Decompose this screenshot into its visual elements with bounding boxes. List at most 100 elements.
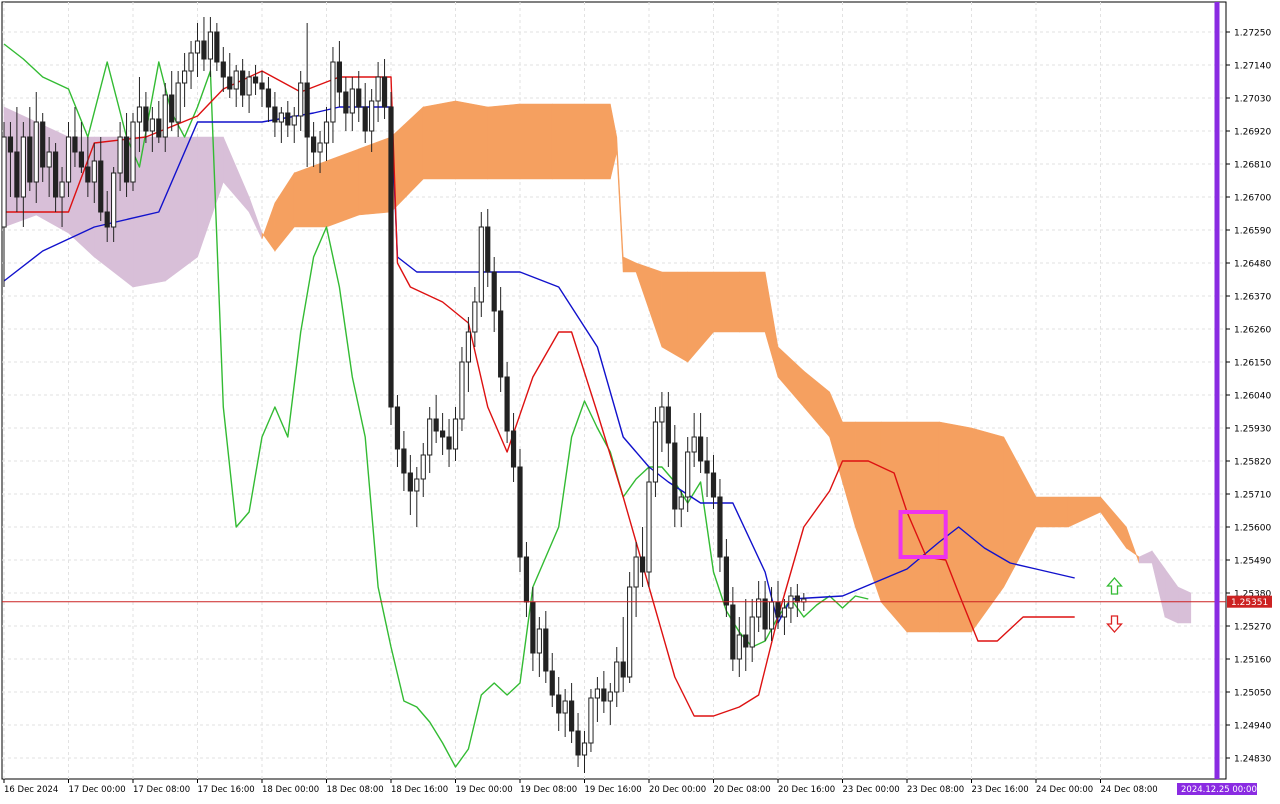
candle[interactable]: [633, 542, 639, 617]
candle[interactable]: [581, 731, 588, 773]
candle[interactable]: [556, 677, 562, 731]
candle-body-bull: [627, 586, 633, 678]
candle[interactable]: [607, 683, 613, 725]
candle[interactable]: [246, 71, 252, 113]
candle[interactable]: [156, 101, 162, 143]
candle[interactable]: [517, 449, 523, 572]
candle[interactable]: [594, 677, 600, 722]
candle[interactable]: [710, 455, 717, 509]
kumo-bearish-segment: [1177, 586, 1192, 624]
candle[interactable]: [298, 71, 304, 131]
candle[interactable]: [614, 647, 620, 707]
candle[interactable]: [749, 599, 755, 662]
candle[interactable]: [349, 77, 355, 131]
candle[interactable]: [414, 467, 420, 527]
ichimoku-candlestick-chart[interactable]: 1.27250 1.27140 1.27030 1.26920 1.26810 1.267…: [0, 0, 1280, 800]
chart-window[interactable]: 1.27250 1.27140 1.27030 1.26920 1.26810 1.267…: [0, 0, 1280, 800]
candle-body-bull: [65, 136, 72, 183]
candle-body-bull: [646, 481, 652, 573]
candle[interactable]: [543, 611, 549, 683]
candle[interactable]: [311, 122, 317, 167]
candle[interactable]: [285, 101, 291, 137]
candle[interactable]: [272, 92, 278, 137]
candle[interactable]: [620, 617, 626, 692]
candle[interactable]: [194, 23, 201, 77]
candle[interactable]: [788, 587, 794, 623]
candle[interactable]: [169, 71, 175, 131]
candle[interactable]: [762, 581, 768, 641]
candle[interactable]: [427, 407, 433, 473]
candle[interactable]: [388, 92, 394, 425]
candle[interactable]: [240, 59, 246, 107]
candle[interactable]: [627, 572, 633, 683]
candle[interactable]: [233, 65, 239, 107]
candle[interactable]: [678, 491, 684, 527]
candle[interactable]: [639, 527, 646, 587]
candle[interactable]: [646, 467, 652, 587]
candle[interactable]: [652, 407, 659, 497]
candle[interactable]: [781, 599, 788, 635]
candle[interactable]: [130, 113, 136, 191]
candle[interactable]: [452, 407, 459, 461]
candle[interactable]: [278, 107, 284, 143]
candle[interactable]: [407, 455, 413, 515]
candle[interactable]: [1, 122, 7, 287]
candle[interactable]: [665, 392, 671, 467]
candle[interactable]: [291, 107, 297, 143]
candle[interactable]: [356, 71, 362, 122]
candle[interactable]: [182, 53, 188, 107]
candle[interactable]: [601, 671, 607, 713]
candle[interactable]: [575, 713, 581, 767]
candle[interactable]: [459, 347, 465, 431]
candle[interactable]: [220, 47, 226, 92]
candle[interactable]: [549, 653, 555, 707]
candle[interactable]: [362, 83, 368, 143]
candle[interactable]: [794, 584, 800, 617]
candle[interactable]: [730, 587, 736, 671]
candle[interactable]: [491, 257, 497, 332]
candle[interactable]: [485, 209, 491, 287]
y-tick-label: 1.25930: [1234, 425, 1271, 435]
candle[interactable]: [446, 419, 452, 467]
candle[interactable]: [717, 479, 723, 572]
candle[interactable]: [375, 62, 381, 122]
candle[interactable]: [743, 599, 749, 671]
candle[interactable]: [691, 413, 697, 467]
candle[interactable]: [188, 41, 194, 89]
candle[interactable]: [420, 443, 426, 497]
candle[interactable]: [723, 539, 729, 617]
candle[interactable]: [588, 689, 594, 752]
candle[interactable]: [214, 23, 220, 71]
candle[interactable]: [756, 581, 762, 632]
candle[interactable]: [478, 212, 484, 317]
candle[interactable]: [343, 77, 349, 131]
candle-body-bear: [775, 601, 781, 618]
candle[interactable]: [143, 92, 149, 143]
candle[interactable]: [252, 65, 259, 95]
candle[interactable]: [510, 413, 517, 482]
candle[interactable]: [259, 71, 265, 107]
candle[interactable]: [401, 431, 407, 491]
candle[interactable]: [504, 362, 510, 443]
candle[interactable]: [265, 77, 272, 122]
candle[interactable]: [323, 107, 330, 161]
candle[interactable]: [440, 413, 446, 455]
candle-body-bull: [330, 61, 336, 123]
candle[interactable]: [201, 17, 207, 71]
candle[interactable]: [523, 542, 530, 617]
candle[interactable]: [304, 23, 310, 167]
candle[interactable]: [433, 395, 439, 443]
candle[interactable]: [336, 41, 342, 107]
candle[interactable]: [381, 59, 388, 119]
y-tick-label: 1.25710: [1234, 491, 1271, 501]
candle[interactable]: [394, 395, 401, 467]
candle[interactable]: [659, 392, 665, 452]
candle[interactable]: [704, 437, 710, 497]
candle[interactable]: [330, 47, 336, 143]
candle[interactable]: [498, 287, 504, 392]
candle[interactable]: [672, 425, 678, 527]
candle[interactable]: [562, 689, 568, 737]
candle[interactable]: [227, 53, 233, 98]
candle[interactable]: [698, 413, 704, 473]
candle[interactable]: [207, 17, 214, 77]
